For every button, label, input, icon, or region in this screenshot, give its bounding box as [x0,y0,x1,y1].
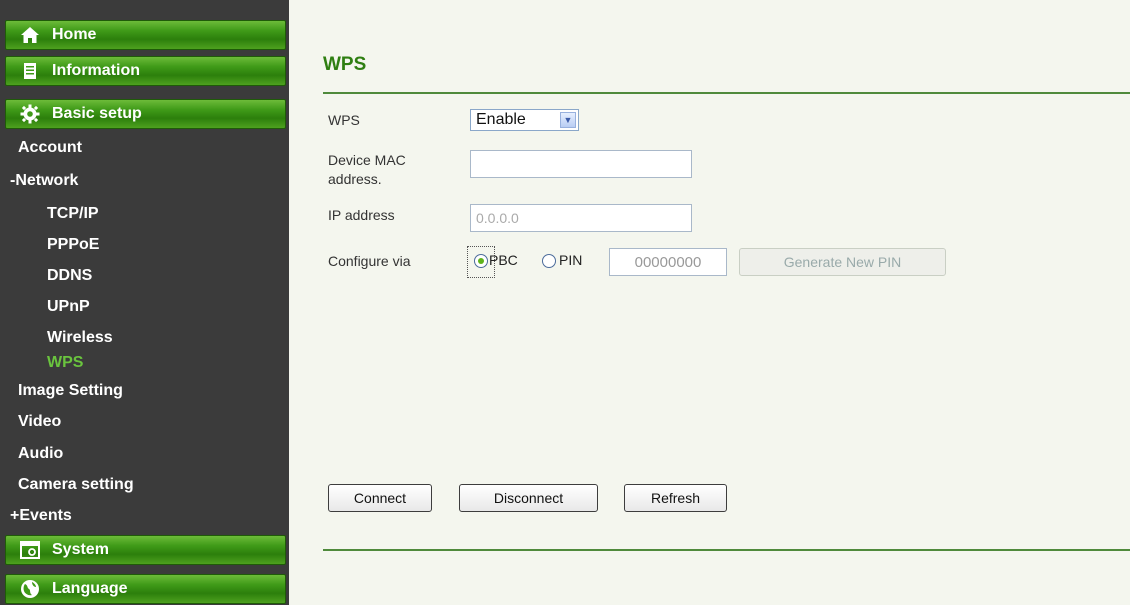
refresh-button[interactable]: Refresh [624,484,727,512]
nav-information-label: Information [52,62,140,79]
bottom-divider [323,549,1130,551]
sidebar-item-pppoe[interactable]: PPPoE [47,236,99,254]
sidebar-item-events[interactable]: +Events [10,507,72,525]
wps-label: WPS [328,112,360,128]
pin-radio-label: PIN [559,252,583,268]
disconnect-button[interactable]: Disconnect [459,484,598,512]
sidebar-item-audio[interactable]: Audio [18,445,63,463]
sidebar-item-upnp[interactable]: UPnP [47,298,90,316]
wps-select[interactable]: Enable ▼ [470,109,579,131]
wps-select-value: Enable [476,111,526,128]
ip-address-label: IP address [328,207,395,223]
nav-system-label: System [52,541,109,558]
gear-icon [20,104,40,124]
globe-icon [20,579,40,599]
sidebar-item-image-setting[interactable]: Image Setting [18,382,123,400]
configure-via-label: Configure via [328,253,411,269]
nav-system-button[interactable]: System [5,535,286,565]
sidebar-item-account[interactable]: Account [18,139,82,157]
nav-information-button[interactable]: Information [5,56,286,86]
pbc-radio[interactable] [474,254,488,268]
nav-basic-setup-button[interactable]: Basic setup [5,99,286,129]
pin-input[interactable]: 00000000 [609,248,727,276]
nav-language-label: Language [52,580,128,597]
sidebar-item-network[interactable]: -Network [10,172,78,190]
system-icon [20,540,40,560]
sidebar-item-ddns[interactable]: DDNS [47,267,92,285]
mac-label-line2: address. [328,171,382,187]
title-divider [323,92,1130,94]
nav-basic-setup-label: Basic setup [52,105,142,122]
sidebar-item-wireless[interactable]: Wireless [47,329,113,347]
sidebar-item-tcpip[interactable]: TCP/IP [47,205,99,223]
nav-home-button[interactable]: Home [5,20,286,50]
pin-radio[interactable] [542,254,556,268]
generate-new-pin-button[interactable]: Generate New PIN [739,248,946,276]
document-icon [20,61,40,81]
connect-button[interactable]: Connect [328,484,432,512]
sidebar-item-wps[interactable]: WPS [47,354,83,372]
nav-language-button[interactable]: Language [5,574,286,604]
pbc-radio-label: PBC [489,252,518,268]
main-content: WPS WPS Enable ▼ Device MAC address. IP … [289,0,1130,605]
ip-address-input[interactable]: 0.0.0.0 [470,204,692,232]
mac-address-input[interactable] [470,150,692,178]
sidebar-item-video[interactable]: Video [18,413,61,431]
page-title: WPS [323,54,367,75]
sidebar: Home Information Basic setup Account -Ne… [0,0,289,605]
chevron-down-icon[interactable]: ▼ [560,112,576,128]
mac-label-line1: Device MAC [328,152,406,168]
home-icon [20,25,40,45]
nav-home-label: Home [52,26,97,43]
sidebar-item-camera-setting[interactable]: Camera setting [18,476,134,494]
